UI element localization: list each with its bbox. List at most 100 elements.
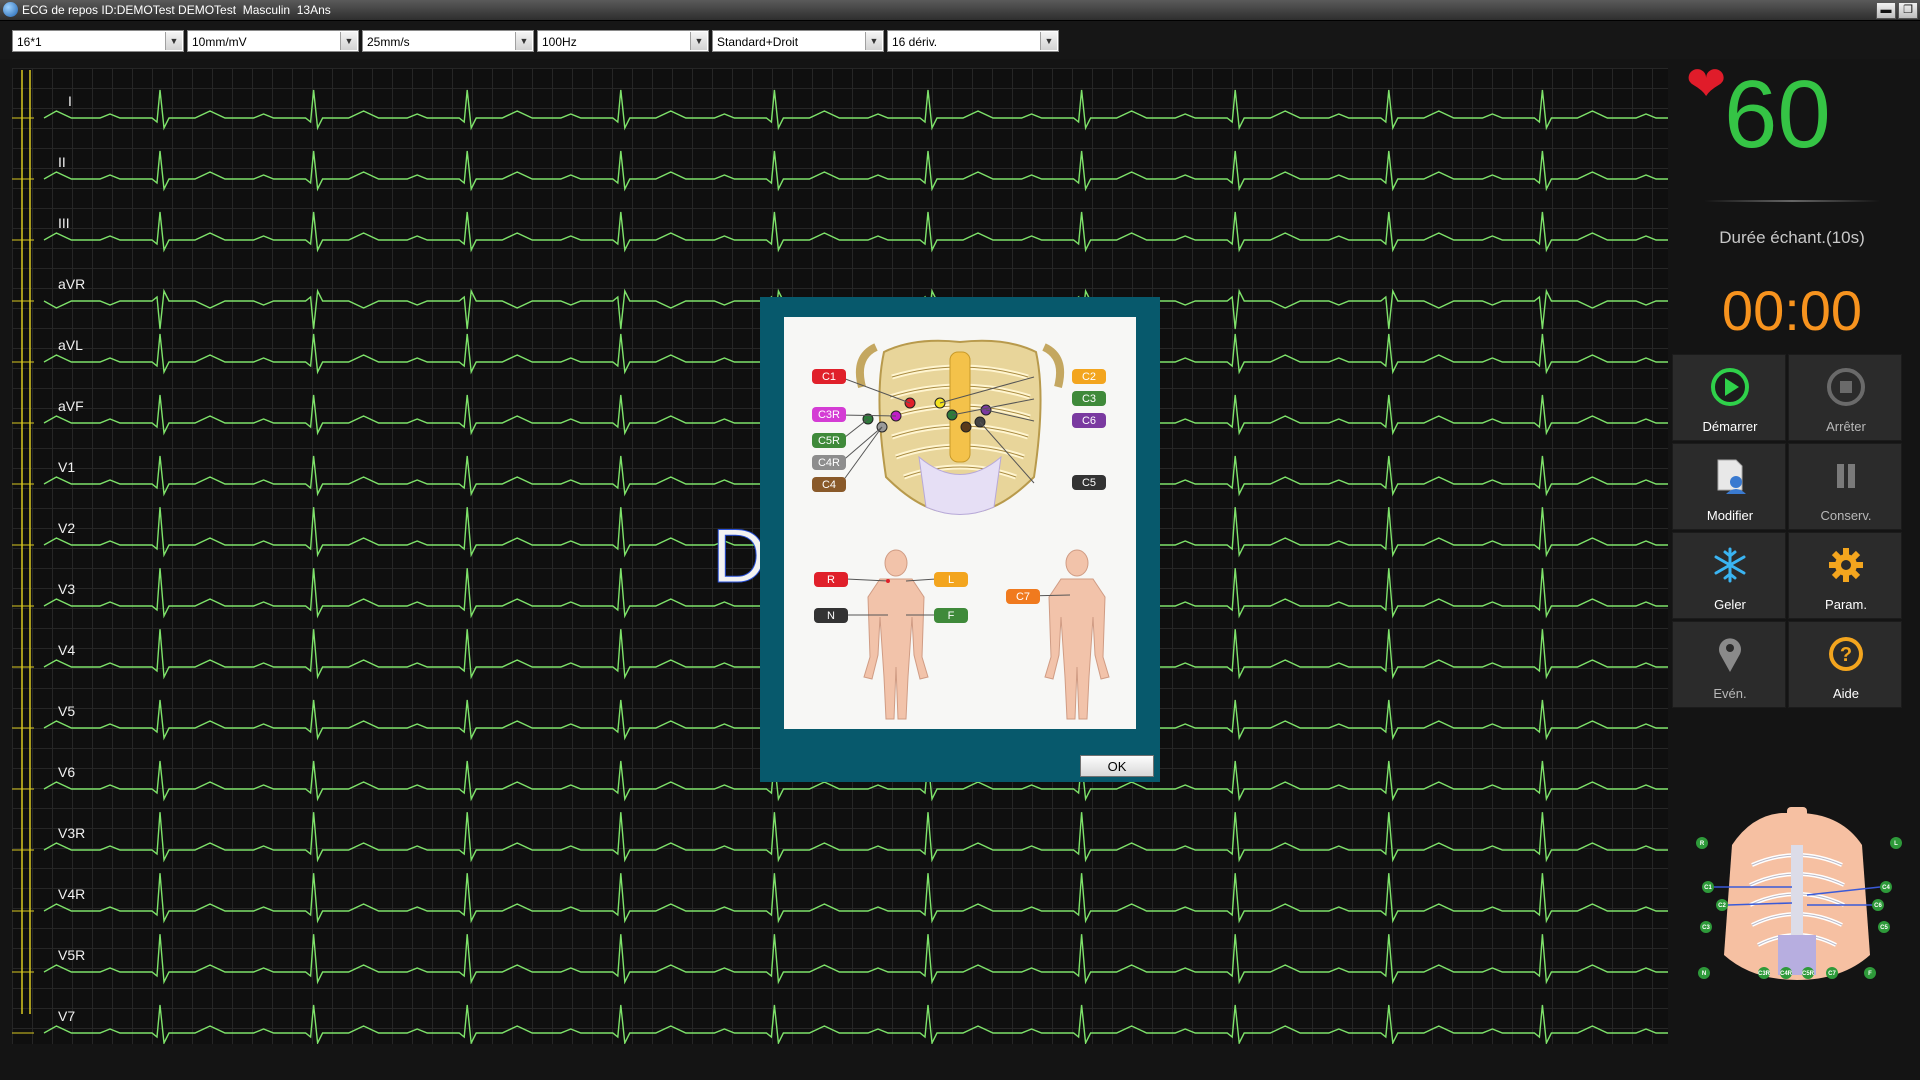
maximize-button[interactable]: ❐	[1898, 2, 1918, 19]
lead-count-select[interactable]: 16 dériv. ▼	[887, 30, 1059, 52]
play-icon	[1711, 368, 1749, 406]
gain-select[interactable]: 10mm/mV ▼	[187, 30, 359, 52]
layout-select[interactable]: 16*1 ▼	[12, 30, 184, 52]
lead-label: V5R	[58, 947, 85, 963]
map-label-c6: C6	[1874, 903, 1882, 909]
body-back-illustration	[1044, 549, 1110, 720]
lead-label: III	[58, 215, 70, 231]
freeze-label: Geler	[1714, 597, 1746, 612]
window-title: ECG de repos ID:DEMOTest DEMOTest Mascul…	[22, 3, 331, 17]
ecg-trace	[43, 873, 1668, 924]
lead-count-select-value: 16 dériv.	[892, 35, 938, 49]
lead-label: V3R	[58, 825, 85, 841]
ecg-trace	[43, 934, 1668, 985]
filter-select-value: 100Hz	[542, 35, 577, 49]
lead-label: V2	[58, 520, 75, 536]
map-label-c5r: C5R	[1802, 971, 1815, 977]
label-f: F	[948, 610, 955, 622]
freeze-button[interactable]: Geler	[1672, 532, 1786, 619]
stop-label: Arrêter	[1826, 419, 1866, 434]
lead-label: aVR	[58, 276, 85, 292]
label-c4r: C4R	[818, 457, 840, 469]
map-label-c3r: C3R	[1758, 971, 1771, 977]
lead-label: V6	[58, 764, 75, 780]
label-c3: C3	[1082, 393, 1096, 405]
torso-illustration: R L C1 C4 C2 C6 C3 C5 N C3R C4R C5R C7 F	[1696, 807, 1902, 980]
ecg-trace	[43, 150, 1668, 192]
edit-patient-button[interactable]: Modifier	[1672, 443, 1786, 530]
label-r: R	[827, 574, 835, 586]
map-label-f: F	[1868, 971, 1872, 977]
map-label-c7: C7	[1828, 971, 1836, 977]
lead-mode-select-value: Standard+Droit	[717, 35, 799, 49]
ecg-trace	[43, 211, 1668, 253]
maximize-icon: ❐	[1903, 4, 1913, 16]
start-label: Démarrer	[1702, 419, 1758, 434]
help-icon: ?	[1829, 637, 1863, 671]
stop-button[interactable]: Arrêter	[1788, 354, 1902, 441]
ecg-trace	[43, 812, 1668, 863]
electrode-status-map: R L C1 C4 C2 C6 C3 C5 N C3R C4R C5R C7 F	[1692, 805, 1902, 1010]
settings-button[interactable]: Param.	[1788, 532, 1902, 619]
label-c6: C6	[1082, 415, 1096, 427]
overlay-letter: D	[712, 514, 768, 600]
help-button[interactable]: ? Aide	[1788, 621, 1902, 708]
gain-select-value: 10mm/mV	[192, 35, 247, 49]
lead-label: V3	[58, 581, 75, 597]
minimize-button[interactable]: ▬	[1876, 2, 1896, 19]
ecg-trace	[43, 89, 1668, 131]
label-c1: C1	[822, 371, 836, 383]
label-c7: C7	[1016, 591, 1030, 603]
label-c2: C2	[1082, 371, 1096, 383]
chevron-down-icon[interactable]: ▼	[515, 32, 532, 50]
map-label-c2: C2	[1718, 903, 1726, 909]
pause-button[interactable]: Conserv.	[1788, 443, 1902, 530]
right-panel: ❤ 60 Durée échant.(10s) 00:00 Démarrer A…	[1672, 60, 1920, 1060]
chevron-down-icon[interactable]: ▼	[340, 32, 357, 50]
label-c4: C4	[822, 479, 836, 491]
lead-label: V4	[58, 642, 75, 658]
map-label-n: N	[1702, 971, 1706, 977]
lead-label: aVL	[58, 337, 83, 353]
help-label: Aide	[1832, 686, 1860, 701]
chevron-down-icon[interactable]: ▼	[165, 32, 182, 50]
lead-label: V7	[58, 1008, 75, 1024]
edit-label: Modifier	[1706, 508, 1754, 523]
lead-label: V4R	[58, 886, 85, 902]
divider	[1704, 200, 1880, 202]
label-n: N	[827, 610, 835, 622]
start-button[interactable]: Démarrer	[1672, 354, 1786, 441]
toolbar: 16*1 ▼ 10mm/mV ▼ 25mm/s ▼ 100Hz ▼ Standa…	[0, 21, 1920, 59]
layout-select-value: 16*1	[17, 35, 42, 49]
event-button[interactable]: Evén.	[1672, 621, 1786, 708]
timer-display: 00:00	[1721, 279, 1863, 342]
map-label-c4r: C4R	[1780, 971, 1793, 977]
event-label: Evén.	[1713, 686, 1747, 701]
chevron-down-icon[interactable]: ▼	[865, 32, 882, 50]
body-front-illustration	[863, 549, 929, 720]
speed-select[interactable]: 25mm/s ▼	[362, 30, 534, 52]
electrode-placement-illustration: C1 C3R C5R C4R C4 C2 C3 C6 C5 R L N F C7	[812, 339, 1110, 720]
svg-text:?: ?	[1840, 644, 1852, 666]
ok-button[interactable]: OK	[1080, 755, 1154, 777]
electrode-placement-dialog: C1 C3R C5R C4R C4 C2 C3 C6 C5 R L N F C7…	[760, 297, 1160, 782]
duration-label: Durée échant.(10s)	[1719, 228, 1865, 247]
heart-icon: ❤	[1686, 58, 1727, 111]
heart-rate-value: 60	[1724, 61, 1831, 168]
gear-icon	[1829, 548, 1863, 582]
chevron-down-icon[interactable]: ▼	[1040, 32, 1057, 50]
chevron-down-icon[interactable]: ▼	[690, 32, 707, 50]
electrode-diagram: C1 C3R C5R C4R C4 C2 C3 C6 C5 R L N F C7	[784, 317, 1136, 729]
lead-mode-select[interactable]: Standard+Droit ▼	[712, 30, 884, 52]
filter-select[interactable]: 100Hz ▼	[537, 30, 709, 52]
label-l: L	[948, 574, 954, 586]
map-label-r: R	[1700, 841, 1705, 847]
stop-icon	[1827, 368, 1865, 406]
pause-label: Conserv.	[1820, 508, 1872, 523]
edit-user-icon	[1717, 459, 1746, 494]
lead-label: V5	[58, 703, 75, 719]
map-label-c5: C5	[1880, 925, 1888, 931]
snowflake-icon	[1714, 547, 1746, 583]
ribcage-illustration	[855, 339, 1065, 515]
pause-icon	[1837, 464, 1855, 488]
